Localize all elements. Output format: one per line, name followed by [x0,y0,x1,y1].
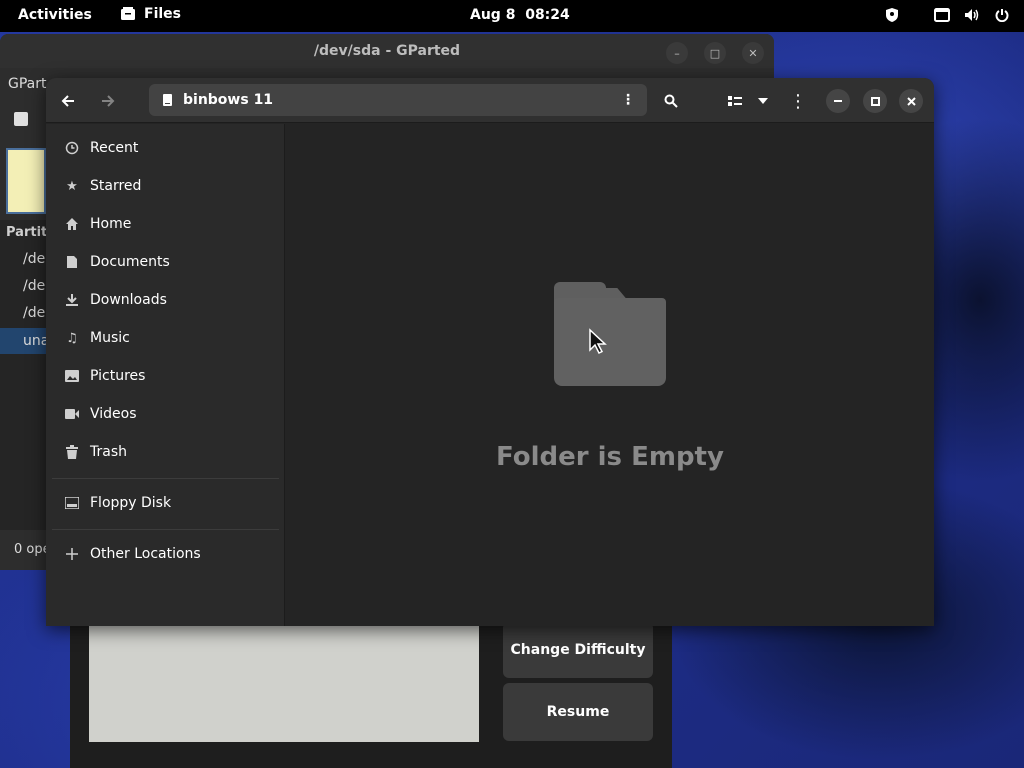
sidebar-item-label: Trash [90,444,127,460]
sidebar-divider [52,529,279,530]
partition-column-header[interactable]: Partiti [6,225,52,240]
activities-button[interactable]: Activities [18,7,92,23]
folder-view[interactable]: Folder is Empty [286,124,934,626]
empty-folder-message: Folder is Empty [496,442,724,472]
minimize-icon[interactable]: – [666,42,688,64]
minimize-icon[interactable] [826,89,850,113]
maximize-icon[interactable] [863,89,887,113]
clock-date: Aug 8 [470,7,516,23]
search-icon[interactable] [658,88,684,114]
sidebar-item-other-locations[interactable]: Other Locations [64,542,201,566]
download-icon [64,292,80,308]
clock[interactable]: Aug 8 08:24 [470,7,570,23]
screen-share-icon[interactable] [934,7,950,23]
sidebar-item-recent[interactable]: Recent [64,136,138,160]
files-app-icon [121,7,135,20]
clock-time: 08:24 [525,7,570,23]
sidebar-item-label: Videos [90,406,137,422]
clock-icon [64,140,80,156]
sidebar-item-label: Starred [90,178,142,194]
close-icon[interactable]: ✕ [742,42,764,64]
app-menu[interactable]: Files [120,6,181,22]
game-board[interactable] [89,626,479,742]
system-tray[interactable] [884,7,1010,23]
sidebar-item-downloads[interactable]: Downloads [64,288,167,312]
maximize-icon[interactable]: □ [704,42,726,64]
partition-row[interactable]: /de [23,251,45,267]
location-pathbar[interactable]: binbows 11 ⋮ [149,84,647,116]
places-sidebar: Recent ★ Starred Home Documents Download… [46,124,285,626]
location-label: binbows 11 [183,92,274,108]
sidebar-item-label: Other Locations [90,546,201,562]
sidebar-item-label: Pictures [90,368,146,384]
close-icon[interactable] [899,89,923,113]
drive-icon [64,495,80,511]
document-icon [64,254,80,270]
gparted-menu-label[interactable]: GPart [8,76,47,92]
gparted-title: /dev/sda - GParted [313,43,461,59]
forward-icon[interactable] [95,88,121,114]
sidebar-item-label: Floppy Disk [90,495,172,511]
volume-icon[interactable] [964,7,980,23]
sidebar-item-floppy-disk[interactable]: Floppy Disk [64,491,171,515]
sidebar-item-label: Home [90,216,132,232]
resume-button[interactable]: Resume [503,683,653,741]
chevron-down-icon[interactable] [750,88,776,114]
back-icon[interactable] [55,88,81,114]
gparted-window-controls: – □ ✕ [666,42,764,64]
drive-icon [163,94,172,106]
new-partition-icon[interactable] [14,112,28,126]
empty-folder-icon [554,282,666,386]
sidebar-item-pictures[interactable]: Pictures [64,364,145,388]
list-view-icon[interactable] [722,88,748,114]
video-icon [64,406,80,422]
top-bar: Activities Files Aug 8 08:24 [0,0,1024,32]
partition-row[interactable]: /de [23,305,45,321]
sidebar-item-music[interactable]: ♫ Music [64,326,130,350]
sidebar-item-videos[interactable]: Videos [64,402,137,426]
partition-row[interactable]: /de [23,278,45,294]
change-difficulty-button[interactable]: Change Difficulty [503,622,653,678]
sidebar-item-label: Documents [90,254,170,270]
files-headerbar[interactable]: binbows 11 ⋮ ⋮ [46,78,934,123]
home-icon [64,216,80,232]
shield-icon[interactable] [884,7,900,23]
plus-icon [64,546,80,562]
partition-row-selected[interactable]: una [0,328,49,354]
main-menu-icon[interactable]: ⋮ [785,88,811,114]
app-menu-label: Files [144,6,181,22]
sidebar-item-label: Recent [90,140,139,156]
sidebar-item-documents[interactable]: Documents [64,250,170,274]
power-icon[interactable] [994,7,1010,23]
sidebar-item-starred[interactable]: ★ Starred [64,174,141,198]
disk-map-partition[interactable] [6,148,46,214]
mouse-pointer-icon [589,328,607,354]
sidebar-item-home[interactable]: Home [64,212,131,236]
files-window[interactable]: binbows 11 ⋮ ⋮ Recent ★ Starred Home Doc… [46,78,934,626]
sidebar-item-trash[interactable]: Trash [64,440,127,464]
sidebar-item-label: Downloads [90,292,167,308]
sidebar-item-label: Music [90,330,130,346]
trash-icon [64,444,80,460]
picture-icon [64,368,80,384]
gparted-titlebar[interactable]: /dev/sda - GParted [0,34,774,68]
path-menu-icon[interactable]: ⋮ [621,92,635,108]
music-icon: ♫ [66,330,78,346]
sidebar-divider [52,478,279,479]
star-icon: ★ [66,178,78,194]
